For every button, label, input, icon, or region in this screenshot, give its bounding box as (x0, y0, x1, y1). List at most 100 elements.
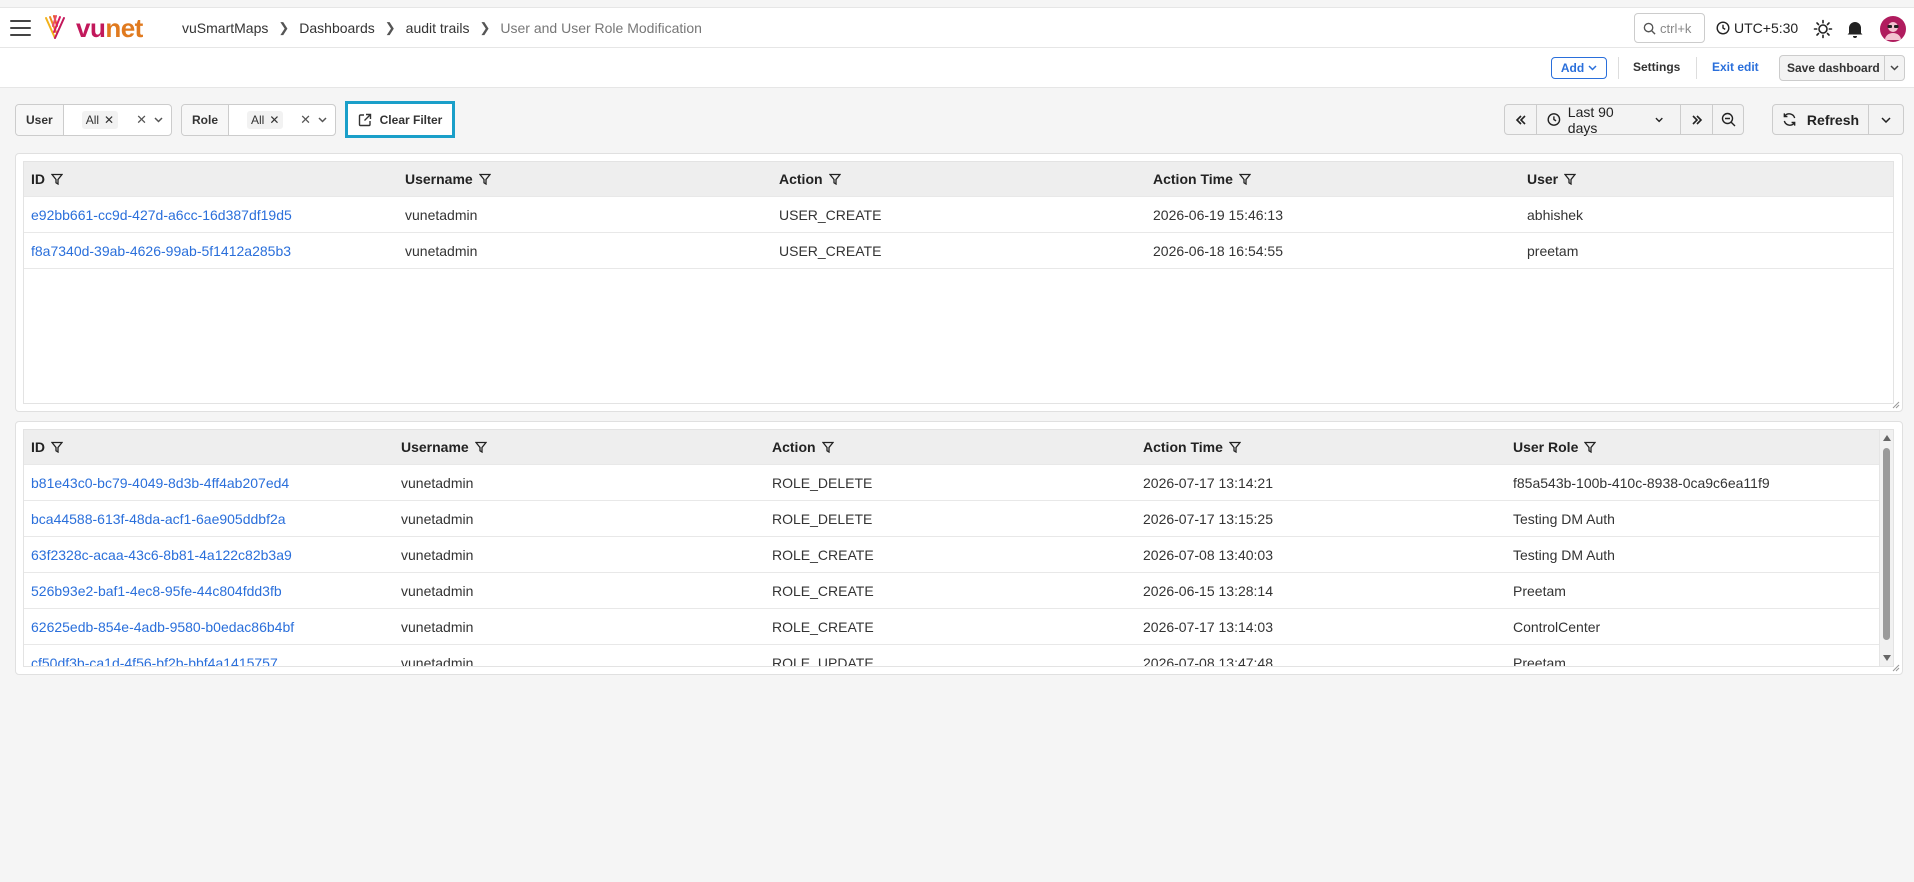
timezone-label: UTC+5:30 (1734, 20, 1799, 36)
role-filter-value: All (251, 113, 265, 127)
shift-forward-icon[interactable] (1681, 105, 1713, 134)
user-cell: abhishek (1527, 206, 1584, 223)
vunet-logo-mark-icon (45, 15, 65, 39)
time-picker: Last 90 days (1504, 104, 1744, 136)
bell-icon[interactable] (1844, 18, 1866, 40)
funnel-icon[interactable] (478, 173, 491, 185)
record-id-link[interactable]: 526b93e2-baf1-4ec8-95fe-44c804fdd3fb (31, 583, 282, 599)
clock-icon (1716, 21, 1730, 35)
record-id-link[interactable]: bca44588-613f-48da-acf1-6ae905ddbf2a (31, 511, 286, 527)
action-time-cell: 2026-07-17 13:14:21 (1143, 474, 1273, 491)
column-header-id[interactable]: ID (24, 171, 398, 187)
table-row: cf50df3b-ca1d-4f56-bf2b-bbf4a1415757 vun… (24, 645, 1893, 667)
chevron-right-icon: ❯ (384, 20, 396, 35)
record-id-link[interactable]: b81e43c0-bc79-4049-8d3b-4ff4ab207ed4 (31, 475, 289, 491)
record-id-link[interactable]: f8a7340d-39ab-4626-99ab-5f1412a285b3 (31, 243, 291, 259)
column-header-id[interactable]: ID (24, 439, 394, 455)
user-avatar[interactable] (1880, 16, 1906, 42)
role-filter[interactable]: Role All ✕ ✕ (181, 104, 336, 136)
funnel-icon[interactable] (474, 441, 487, 453)
column-header-label: ID (31, 171, 45, 187)
user-role-cell: f85a543b-100b-410c-8938-0ca9c6ea11f9 (1513, 474, 1770, 491)
column-header-action-time[interactable]: Action Time (1136, 439, 1506, 455)
clear-filter-button[interactable]: Clear Filter (345, 101, 455, 138)
scroll-down-icon[interactable] (1883, 655, 1891, 661)
time-range-selector[interactable]: Last 90 days (1537, 104, 1681, 136)
chevron-down-icon[interactable] (318, 117, 327, 123)
user-role-cell: Testing DM Auth (1513, 510, 1615, 527)
column-header-action[interactable]: Action (765, 439, 1136, 455)
table-row: f8a7340d-39ab-4626-99ab-5f1412a285b3 vun… (24, 233, 1893, 269)
column-header-label: Action Time (1143, 439, 1223, 455)
action-cell: ROLE_DELETE (772, 474, 873, 491)
column-header-username[interactable]: Username (394, 439, 765, 455)
table-header: ID Username Action Action Time User (24, 162, 1893, 197)
funnel-icon[interactable] (51, 441, 63, 453)
record-id-link[interactable]: 63f2328c-acaa-43c6-8b81-4a122c82b3a9 (31, 547, 292, 563)
global-search-input[interactable]: ctrl+k (1634, 13, 1705, 43)
funnel-icon[interactable] (51, 173, 63, 185)
record-id-link[interactable]: 62625edb-854e-4adb-9580-b0edac86b4bf (31, 619, 294, 635)
breadcrumb-audit-trails[interactable]: audit trails (406, 20, 470, 36)
breadcrumb-current-page: User and User Role Modification (500, 20, 702, 36)
add-button[interactable]: Add (1551, 57, 1607, 79)
column-header-username[interactable]: Username (398, 171, 772, 187)
scrollbar-thumb[interactable] (1883, 448, 1890, 640)
column-header-label: Username (401, 439, 469, 455)
role-filter-controls: ✕ (300, 112, 327, 128)
vunet-logo[interactable]: vunet (44, 13, 143, 43)
zoom-out-icon[interactable] (1713, 105, 1743, 134)
record-id-link[interactable]: e92bb661-cc9d-427d-a6cc-16d387df19d5 (31, 207, 292, 223)
resize-handle-icon[interactable] (1891, 663, 1900, 672)
refresh-interval-chevron-icon[interactable] (1869, 105, 1903, 134)
breadcrumb-dashboards[interactable]: Dashboards (299, 20, 375, 36)
hamburger-menu-icon[interactable] (10, 20, 31, 36)
clear-selection-icon[interactable]: ✕ (136, 112, 147, 128)
user-role-cell: ControlCenter (1513, 618, 1601, 635)
funnel-icon[interactable] (1228, 441, 1241, 453)
clear-selection-icon[interactable]: ✕ (300, 112, 311, 128)
funnel-icon[interactable] (828, 173, 841, 185)
column-header-action[interactable]: Action (772, 171, 1146, 187)
exit-edit-button[interactable]: Exit edit (1712, 60, 1759, 74)
action-time-cell: 2026-07-08 13:40:03 (1143, 546, 1273, 563)
username-cell: vunetadmin (405, 242, 478, 259)
user-role-cell: Testing DM Auth (1513, 546, 1615, 563)
table-row: 62625edb-854e-4adb-9580-b0edac86b4bf vun… (24, 609, 1893, 645)
save-dashboard-button[interactable]: Save dashboard (1780, 61, 1884, 75)
remove-chip-icon[interactable]: ✕ (269, 113, 279, 127)
column-header-user[interactable]: User (1520, 171, 1890, 187)
settings-button[interactable]: Settings (1633, 60, 1680, 74)
sun-icon[interactable] (1812, 18, 1834, 40)
user-filter[interactable]: User All ✕ ✕ (15, 104, 172, 136)
action-time-cell: 2026-07-08 13:47:48 (1143, 654, 1273, 667)
action-cell: USER_CREATE (779, 242, 882, 259)
record-id-link[interactable]: cf50df3b-ca1d-4f56-bf2b-bbf4a1415757 (31, 655, 278, 667)
funnel-icon[interactable] (1584, 441, 1597, 453)
column-header-action-time[interactable]: Action Time (1146, 171, 1520, 187)
user-filter-value: All (85, 113, 100, 127)
role-modification-panel: ID Username Action Action Time User Role… (15, 421, 1903, 675)
username-cell: vunetadmin (401, 546, 474, 563)
action-time-cell: 2026-07-17 13:14:03 (1143, 618, 1273, 635)
action-time-cell: 2026-06-18 16:54:55 (1153, 242, 1283, 259)
vertical-scrollbar[interactable] (1879, 430, 1893, 666)
column-header-user-role[interactable]: User Role (1506, 439, 1876, 455)
breadcrumb-vusmartmaps[interactable]: vuSmartMaps (182, 20, 268, 36)
timezone-selector[interactable]: UTC+5:30 (1716, 20, 1798, 36)
funnel-icon[interactable] (821, 441, 834, 453)
funnel-icon[interactable] (1238, 173, 1251, 185)
chevron-down-icon[interactable] (154, 117, 163, 123)
column-header-label: Action Time (1153, 171, 1233, 187)
shift-back-icon[interactable] (1505, 105, 1537, 134)
funnel-icon[interactable] (1564, 173, 1577, 185)
refresh-button-group: Refresh (1772, 104, 1904, 135)
role-filter-chip: All ✕ (247, 111, 284, 129)
remove-chip-icon[interactable]: ✕ (104, 113, 114, 127)
resize-handle-icon[interactable] (1891, 400, 1900, 409)
avatar-face-icon (1885, 22, 1901, 40)
save-options-chevron-icon[interactable] (1884, 56, 1904, 80)
refresh-button[interactable]: Refresh (1773, 105, 1869, 134)
user-modification-table: ID Username Action Action Time User e92b… (23, 161, 1894, 404)
scroll-up-icon[interactable] (1883, 435, 1891, 441)
